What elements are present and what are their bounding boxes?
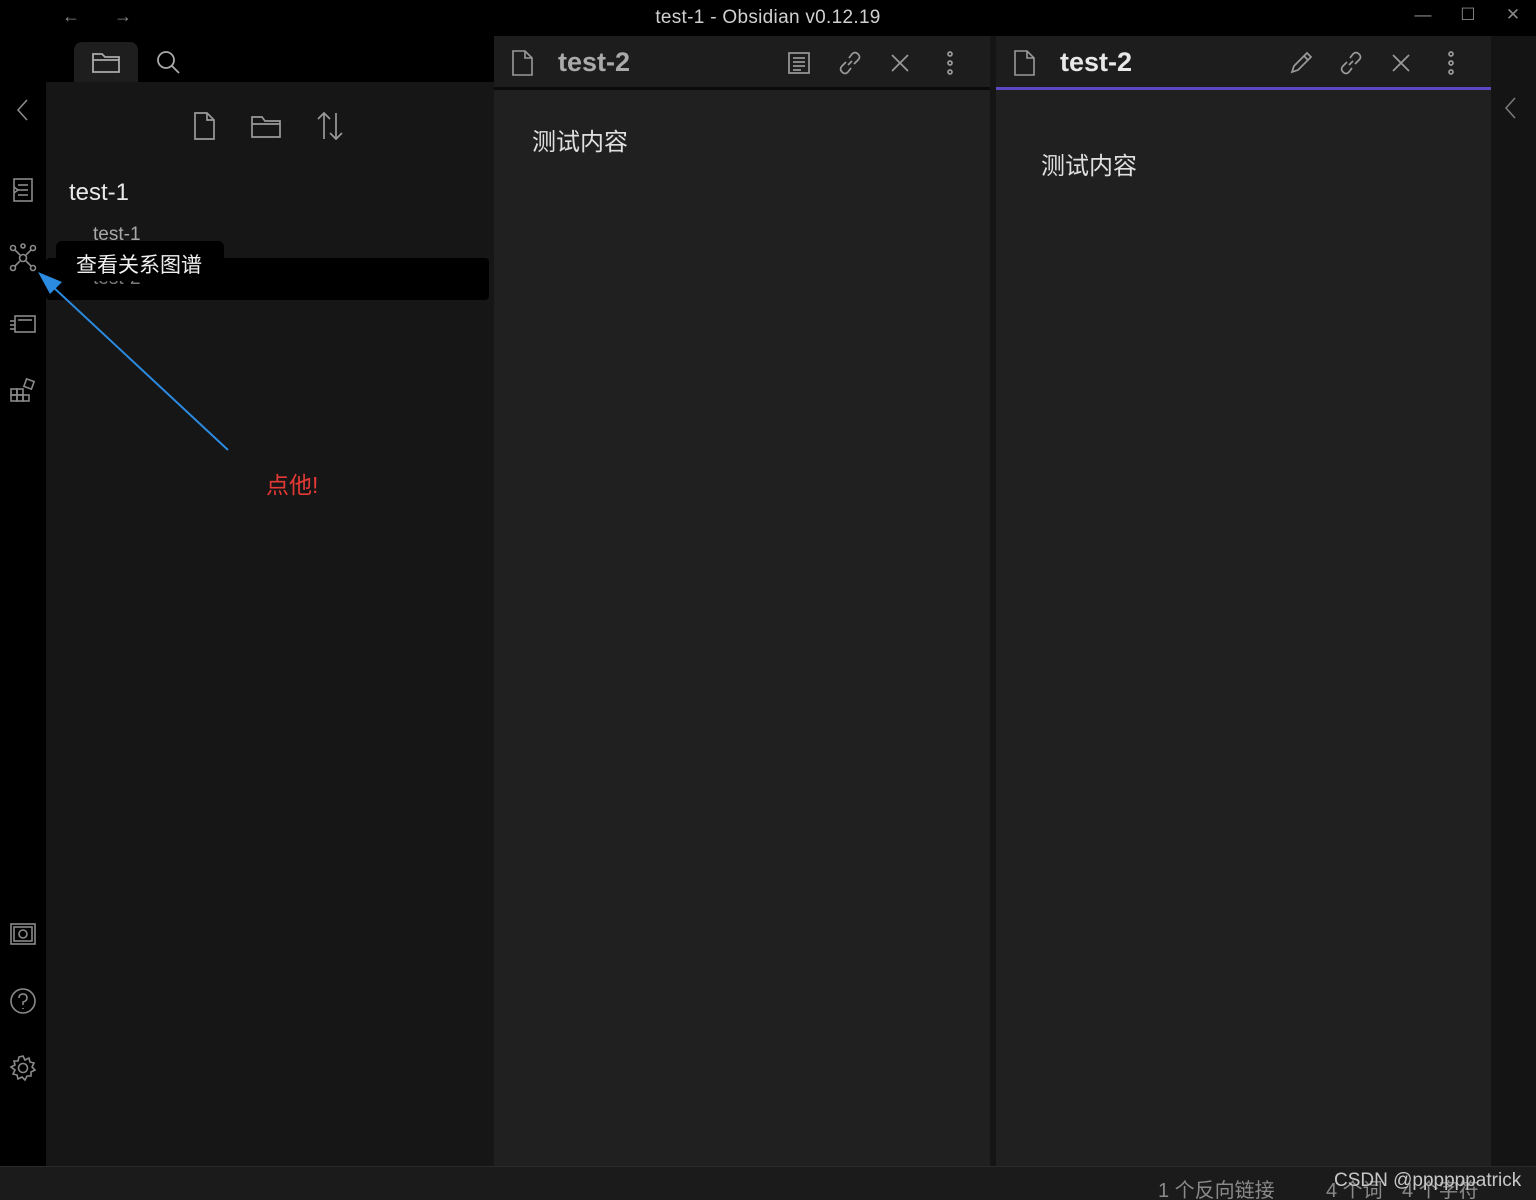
close-window-button[interactable]: ✕ (1498, 5, 1528, 29)
edit-pencil-icon[interactable] (1284, 46, 1318, 80)
vault-root-folder[interactable]: test-1 (69, 179, 129, 207)
expand-right-sidebar-icon[interactable] (1503, 96, 1519, 125)
graph-view-tooltip: 查看关系图谱 (56, 241, 224, 281)
plugins-icon[interactable] (6, 374, 40, 408)
document-icon (510, 49, 534, 82)
note-content[interactable]: 测试内容 (532, 122, 628, 157)
editor-pane-active: test-2 测试内容 (996, 36, 1491, 1166)
link-icon[interactable] (833, 46, 867, 80)
vault-switcher-icon[interactable] (6, 917, 40, 951)
document-icon (1012, 49, 1036, 82)
tab-search[interactable] (136, 42, 200, 82)
editor-pane-preview: test-2 测试内容 (494, 36, 990, 1166)
close-pane-icon[interactable] (1384, 46, 1418, 80)
link-icon[interactable] (1334, 46, 1368, 80)
watermark-text: CSDN @ppppppatrick (1334, 1170, 1522, 1191)
right-sidebar-collapsed (1491, 36, 1536, 1166)
pane-header-active: test-2 (996, 36, 1491, 90)
more-options-icon[interactable] (933, 46, 967, 80)
status-bar: 1 个反向链接 4 个词 4 个字符 CSDN @ppppppatrick (0, 1166, 1536, 1200)
pane-header: test-2 (494, 36, 990, 90)
pane-title[interactable]: test-2 (1060, 47, 1132, 78)
note-content[interactable]: 测试内容 (1041, 146, 1137, 181)
slides-icon[interactable] (6, 307, 40, 341)
graph-view-icon[interactable] (6, 241, 40, 275)
new-folder-icon[interactable] (246, 106, 286, 146)
left-ribbon (0, 36, 46, 1166)
collapse-left-sidebar-icon[interactable] (6, 93, 40, 127)
minimize-button[interactable]: — (1408, 5, 1438, 29)
help-icon[interactable] (6, 984, 40, 1018)
settings-gear-icon[interactable] (6, 1051, 40, 1085)
pane-title[interactable]: test-2 (558, 47, 630, 78)
backlinks-count[interactable]: 1 个反向链接 (1158, 1174, 1275, 1200)
quick-switcher-icon[interactable] (6, 173, 40, 207)
close-pane-icon[interactable] (883, 46, 917, 80)
more-options-icon[interactable] (1434, 46, 1468, 80)
annotation-label: 点他! (266, 472, 319, 498)
tab-file-explorer[interactable] (74, 42, 138, 82)
new-note-icon[interactable] (184, 106, 224, 146)
sidebar-tab-bar (46, 36, 494, 82)
reading-view-icon[interactable] (782, 46, 816, 80)
file-explorer-panel: test-1 test-1 test-2 (46, 36, 494, 1166)
title-bar: ← → test-1 - Obsidian v0.12.19 — ☐ ✕ (0, 0, 1536, 36)
window-title: test-1 - Obsidian v0.12.19 (655, 7, 881, 28)
sort-order-icon[interactable] (310, 106, 350, 146)
file-explorer-actions (46, 106, 494, 146)
maximize-button[interactable]: ☐ (1453, 5, 1483, 29)
